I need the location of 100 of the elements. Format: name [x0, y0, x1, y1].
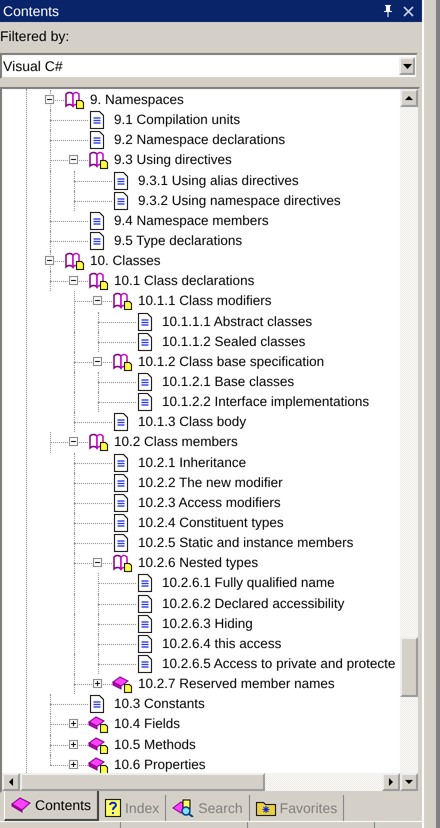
- collapse-toggle[interactable]: [93, 296, 102, 306]
- tree-item[interactable]: 9.2 Namespace declarations: [114, 132, 286, 148]
- collapse-toggle[interactable]: [93, 558, 102, 568]
- page-icon: [114, 192, 128, 210]
- tree-item[interactable]: 10.2.6.4 this access: [162, 636, 282, 651]
- page-icon: [138, 332, 152, 351]
- tree-item[interactable]: 10.2.6.1 Fully qualified name: [162, 575, 335, 590]
- page-icon: [138, 312, 152, 331]
- filter-label: Filtered by:: [0, 27, 70, 46]
- tree-item[interactable]: 10.4 Fields: [114, 716, 180, 732]
- filter-dropdown[interactable]: Visual C#: [0, 53, 418, 79]
- open-book-icon: [112, 292, 132, 310]
- caret-icon: [402, 64, 412, 68]
- page-icon: [114, 534, 128, 552]
- page-icon: [114, 514, 128, 532]
- open-book-icon: [64, 91, 84, 109]
- page-icon: [90, 111, 104, 130]
- open-book-icon: [64, 252, 84, 270]
- collapse-toggle[interactable]: [69, 155, 78, 164]
- tree-item[interactable]: 10.2.4 Constituent types: [138, 514, 284, 530]
- page-icon: [90, 232, 104, 250]
- page-icon: [138, 393, 152, 412]
- page-icon: [90, 131, 104, 150]
- tree-item[interactable]: 9. Namespaces: [90, 92, 184, 107]
- vertical-scrollbar[interactable]: [400, 89, 418, 791]
- tree-item[interactable]: 9.5 Type declarations: [114, 232, 242, 248]
- tree-item[interactable]: 10.6 Properties: [114, 756, 206, 772]
- tree-item[interactable]: 9.4 Namespace members: [114, 212, 269, 228]
- tree-item[interactable]: 9.3.2 Using namespace directives: [138, 192, 341, 208]
- scroll-right-button[interactable]: [382, 773, 400, 791]
- open-book-icon: [112, 554, 132, 572]
- collapse-toggle[interactable]: [69, 276, 78, 286]
- tree-item[interactable]: 10. Classes: [90, 253, 161, 268]
- expand-toggle[interactable]: [69, 719, 78, 728]
- tree-item[interactable]: 10.1 Class declarations: [114, 273, 254, 288]
- collapse-toggle[interactable]: [45, 95, 54, 104]
- scroll-left-button[interactable]: [2, 773, 20, 791]
- tree-item[interactable]: 9.3 Using directives: [114, 152, 232, 168]
- tree-item[interactable]: 10.2.1 Inheritance: [138, 454, 246, 470]
- tree-item[interactable]: 10.1.2 Class base specification: [138, 354, 324, 369]
- page-icon: [114, 172, 128, 190]
- scroll-thumb[interactable]: [20, 773, 265, 791]
- right-arrow-icon: [389, 778, 393, 786]
- tree-item[interactable]: 10.2.6.5 Access to private and protecte: [162, 656, 396, 671]
- page-icon: [138, 372, 152, 391]
- expand-toggle[interactable]: [69, 760, 78, 769]
- scroll-down-button[interactable]: [400, 773, 418, 791]
- tree-item[interactable]: 10.2.3 Access modifiers: [138, 494, 281, 510]
- tree-item[interactable]: 10.2.6.2 Declared accessibility: [162, 596, 344, 611]
- tree-item[interactable]: 10.1.1.1 Abstract classes: [162, 314, 312, 329]
- tree-item[interactable]: 10.1.2.1 Base classes: [162, 374, 294, 389]
- star-folder-icon: [256, 800, 276, 816]
- tree-item[interactable]: 10.2.7 Reserved member names: [138, 676, 335, 692]
- page-icon: [114, 454, 128, 472]
- tree-item[interactable]: 10.2.5 Static and instance members: [138, 535, 354, 550]
- left-arrow-icon: [9, 778, 13, 786]
- horizontal-scrollbar[interactable]: [2, 773, 400, 791]
- book-icon: [88, 756, 108, 773]
- question-mark-icon: [105, 799, 122, 817]
- page-icon: [138, 614, 152, 633]
- tree-item[interactable]: 10.1.1 Class modifiers: [138, 293, 272, 308]
- tree-item[interactable]: 10.2.2 The new modifier: [138, 474, 283, 490]
- page-icon: [90, 212, 104, 230]
- tree-item[interactable]: 10.5 Methods: [114, 736, 196, 752]
- tree-item[interactable]: 9.3.1 Using alias directives: [138, 172, 299, 188]
- expand-toggle[interactable]: [93, 679, 102, 688]
- open-book-icon: [88, 151, 108, 170]
- tree-item[interactable]: 10.1.2.2 Interface implementations: [162, 394, 370, 410]
- page-icon: [138, 654, 152, 673]
- page-icon: [90, 695, 104, 714]
- expand-toggle[interactable]: [69, 740, 78, 748]
- book-icon: [11, 797, 31, 813]
- page-icon: [114, 494, 128, 512]
- close-icon[interactable]: [403, 6, 414, 16]
- tab[interactable]: Contents: [4, 791, 100, 821]
- collapse-toggle[interactable]: [45, 256, 54, 266]
- up-arrow-icon: [405, 96, 413, 100]
- page-icon: [138, 594, 152, 613]
- tree-item[interactable]: 9.1 Compilation units: [114, 112, 240, 128]
- page-icon: [138, 634, 152, 653]
- down-arrow-icon: [405, 780, 413, 784]
- tree-item[interactable]: 10.2 Class members: [114, 434, 238, 450]
- tree-item[interactable]: 10.2.6.3 Hiding: [162, 616, 253, 631]
- tree-item[interactable]: 10.3 Constants: [114, 696, 205, 712]
- pin-icon[interactable]: [383, 5, 393, 17]
- page-icon: [114, 474, 128, 492]
- dropdown-button[interactable]: [399, 57, 415, 75]
- window-title: Contents: [3, 3, 60, 19]
- book-magnifier-icon: [172, 799, 194, 817]
- book-icon: [88, 736, 108, 754]
- scroll-up-button[interactable]: [400, 89, 418, 107]
- collapse-toggle[interactable]: [93, 356, 102, 366]
- tree-item[interactable]: 10.2.6 Nested types: [138, 555, 258, 570]
- collapse-toggle[interactable]: [69, 437, 78, 446]
- page-icon: [138, 574, 152, 592]
- scroll-thumb[interactable]: [400, 637, 418, 697]
- open-book-icon: [112, 352, 132, 371]
- tree-item[interactable]: 10.1.1.2 Sealed classes: [162, 334, 306, 349]
- tree-item[interactable]: 10.1.3 Class body: [138, 414, 246, 430]
- book-icon: [112, 675, 132, 694]
